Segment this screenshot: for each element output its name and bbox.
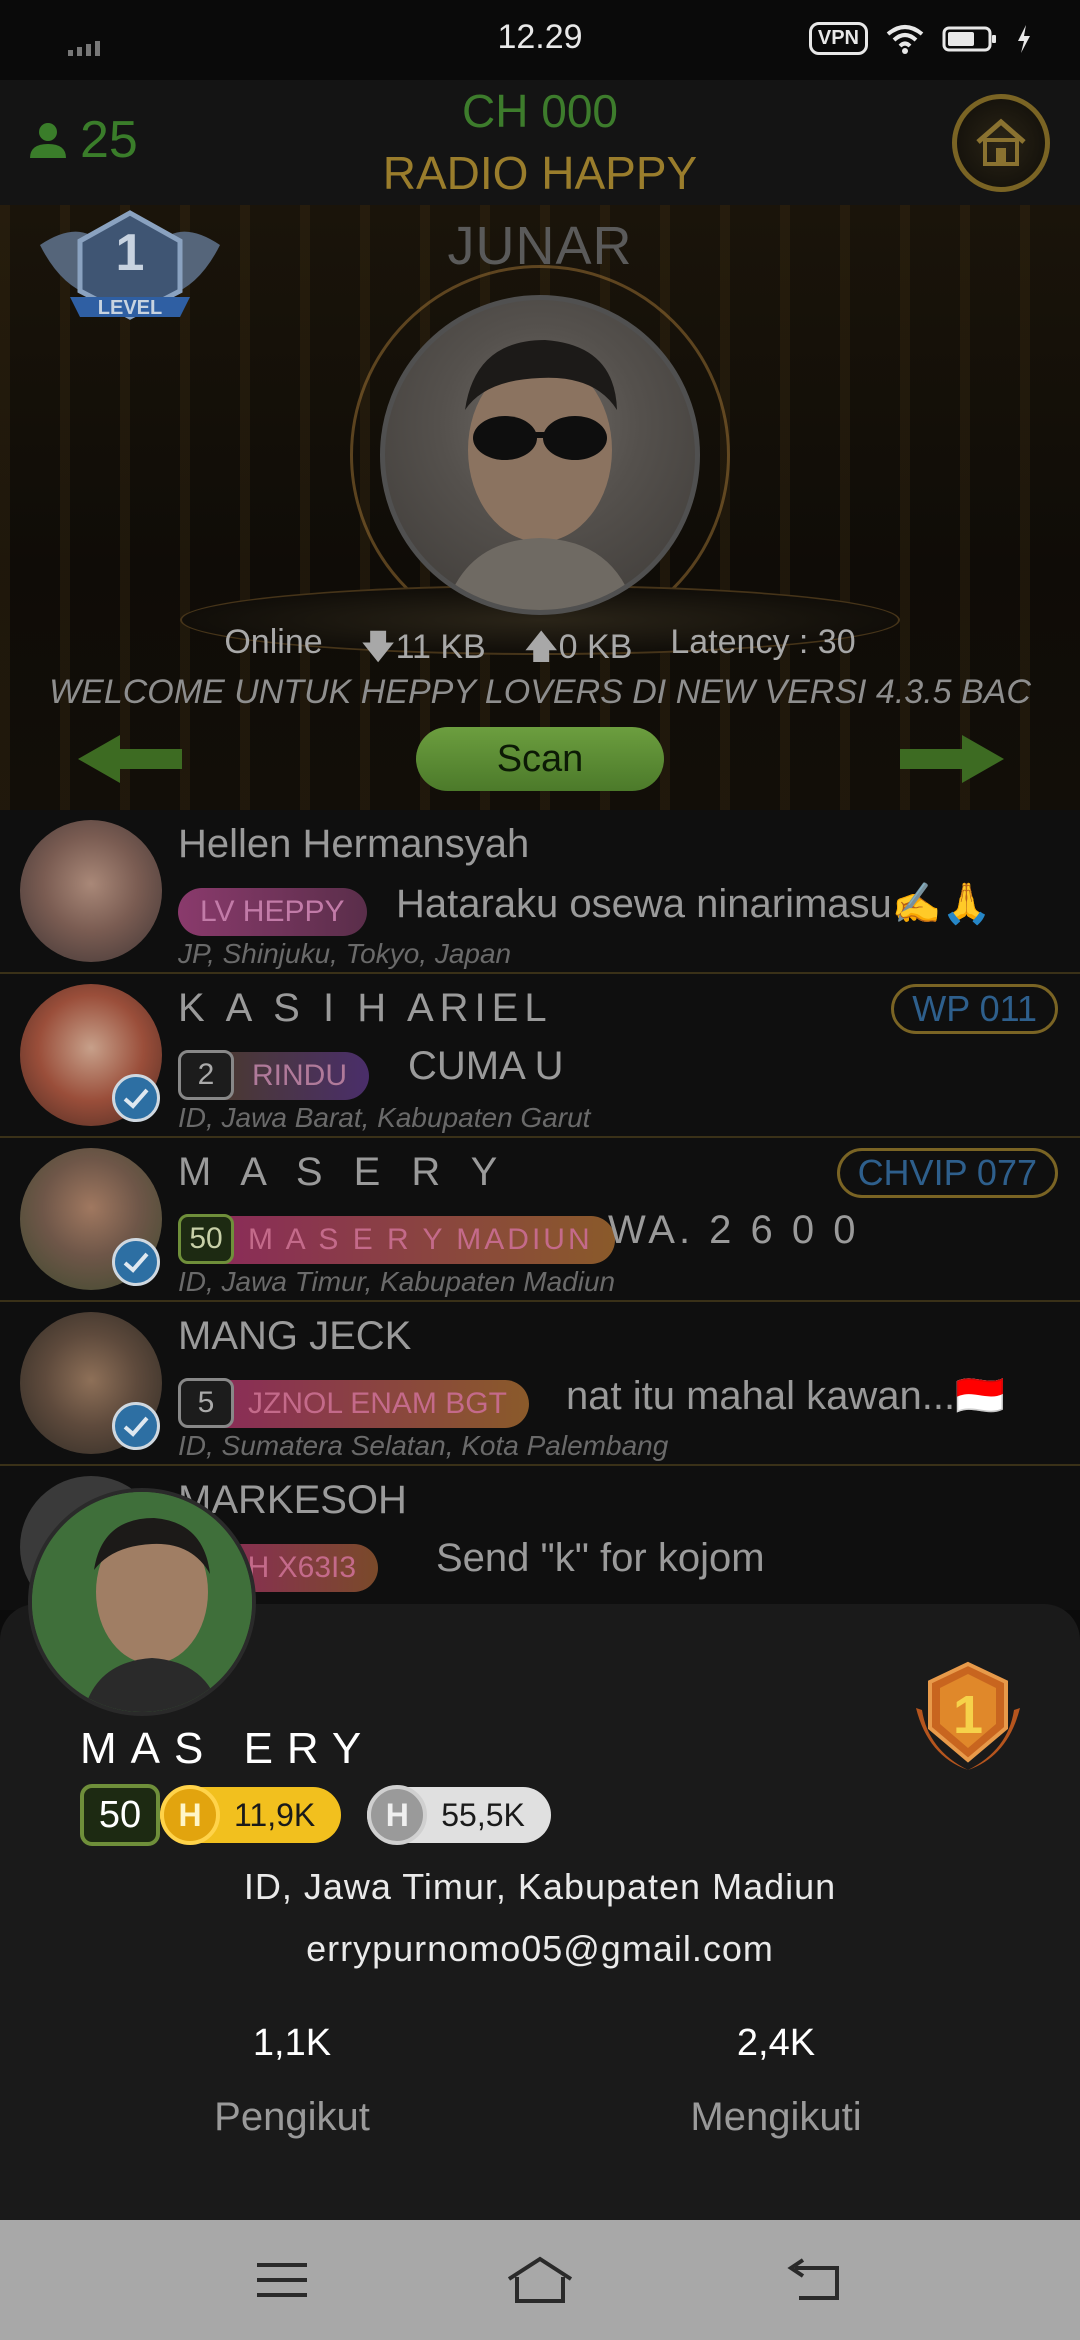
followers-stat[interactable]: 1,1K Pengikut	[92, 2022, 492, 2140]
silver-coin-value: 55,5K	[441, 1796, 525, 1833]
profile-location: ID, Jawa Timur, Kabupaten Madiun	[243, 1866, 837, 1907]
following-label: Mengikuti	[690, 2095, 862, 2139]
host-photo	[445, 340, 635, 610]
gold-coin-value: 11,9K	[234, 1796, 316, 1833]
user-message: Hataraku osewa ninarimasu✍️🙏	[396, 882, 992, 926]
gold-coin-balance[interactable]: H 11,9K	[160, 1785, 342, 1845]
profile-avatar[interactable]	[28, 1488, 256, 1716]
next-channel-arrow-icon[interactable]	[896, 733, 1004, 785]
host-stage: JUNAR 1 LEVEL Online 🡇11 KB 🡅0 KB Latenc…	[0, 205, 1080, 810]
download-arrow-icon: 🡇	[360, 628, 396, 666]
level-badge[interactable]: 1 LEVEL	[30, 205, 230, 345]
latency-stat: Latency : 30	[670, 623, 856, 661]
channel-code: CH 000	[462, 85, 618, 137]
list-item[interactable]: K A S I H ARIEL WP 011 2 RINDU CUMA U ID…	[0, 974, 1080, 1138]
profile-level-badge: 50	[80, 1784, 160, 1846]
home-nav-button[interactable]	[505, 2250, 575, 2310]
channel-name: RADIO HAPPY	[382, 147, 698, 199]
level-badge-number: 1	[115, 224, 145, 282]
home-button[interactable]	[952, 94, 1050, 192]
status-icons: VPN	[808, 22, 1032, 55]
scan-button[interactable]: Scan	[416, 727, 664, 791]
verified-check-icon	[112, 1074, 160, 1122]
prev-channel-arrow-icon[interactable]	[78, 733, 186, 785]
rank-number: 1	[952, 1685, 984, 1745]
profile-badges: 50 H 11,9K H 55,5K	[80, 1784, 551, 1846]
status-bar: 12.29 VPN	[0, 0, 1080, 80]
system-nav-bar	[0, 2220, 1080, 2340]
user-level-badge: 50	[178, 1214, 234, 1264]
vpn-badge: VPN	[808, 22, 868, 55]
user-level-badge: 5	[178, 1378, 234, 1428]
online-status: Online	[224, 623, 323, 661]
user-location: JP, Shinjuku, Tokyo, Japan	[178, 938, 512, 969]
user-channel-badge[interactable]: WP 011	[891, 984, 1058, 1034]
user-message: WA. 2 6 0 0	[608, 1208, 860, 1252]
user-name: MANG JECK	[178, 1314, 412, 1358]
avatar[interactable]	[20, 820, 162, 962]
upload-arrow-icon: 🡅	[523, 628, 559, 666]
verified-check-icon	[112, 1402, 160, 1450]
connection-stats: Online 🡇11 KB 🡅0 KB Latency : 30	[0, 623, 1080, 680]
download-value: 11 KB	[395, 628, 486, 666]
user-name: M A S E R Y	[178, 1150, 508, 1194]
silver-coin-balance[interactable]: H 55,5K	[367, 1785, 551, 1845]
followers-value: 1,1K	[252, 2022, 332, 2064]
download-stat: 🡇11 KB	[361, 623, 486, 680]
profile-photo	[32, 1492, 252, 1712]
upload-stat: 🡅0 KB	[524, 623, 633, 680]
host-avatar[interactable]	[385, 300, 695, 610]
list-item[interactable]: M A S E R Y CHVIP 077 50 M A S E R Y MAD…	[0, 1138, 1080, 1302]
user-location: ID, Sumatera Selatan, Kota Palembang	[178, 1430, 669, 1461]
user-level-badge: 2	[178, 1050, 234, 1100]
user-location: ID, Jawa Timur, Kabupaten Madiun	[178, 1266, 616, 1297]
level-badge-text: LEVEL	[97, 297, 163, 319]
wifi-icon	[886, 24, 924, 54]
user-location: ID, Jawa Barat, Kabupaten Garut	[178, 1102, 591, 1133]
home-nav-icon	[507, 2256, 573, 2303]
user-channel-badge[interactable]: CHVIP 077	[836, 1148, 1058, 1198]
room-header: 25 CH 000 RADIO HAPPY	[0, 80, 1080, 205]
following-value: 2,4K	[736, 2022, 816, 2064]
user-message: nat itu mahal kawan...🇮🇩	[566, 1374, 1005, 1418]
battery-icon	[942, 26, 996, 51]
verified-check-icon	[112, 1238, 160, 1286]
silver-coin-icon: H	[367, 1785, 428, 1845]
upload-value: 0 KB	[558, 628, 633, 666]
gold-coin-icon: H	[160, 1785, 220, 1845]
charging-icon	[1018, 24, 1030, 53]
profile-email: errypurnomo05@gmail.com	[306, 1928, 774, 1969]
list-item[interactable]: Hellen Hermansyah LV HEPPY Hataraku osew…	[0, 810, 1080, 974]
user-tag: JZNOL ENAM BGT	[204, 1380, 529, 1428]
user-name: K A S I H ARIEL	[178, 986, 553, 1030]
profile-name: MAS ERY	[80, 1724, 376, 1773]
user-tag: M A S E R Y MADIUN	[204, 1216, 615, 1264]
menu-button[interactable]	[247, 2250, 317, 2310]
user-name: Hellen Hermansyah	[178, 822, 530, 866]
list-item[interactable]: MANG JECK 5 JZNOL ENAM BGT nat itu mahal…	[0, 1302, 1080, 1466]
followers-label: Pengikut	[214, 2095, 370, 2139]
home-icon	[976, 118, 1026, 166]
back-button[interactable]	[778, 2250, 848, 2310]
welcome-marquee: WELCOME UNTUK HEPPY LOVERS DI NEW VERSI …	[49, 673, 1031, 711]
user-message: Send "k" for kojom	[436, 1536, 765, 1580]
user-message: CUMA U	[408, 1044, 564, 1088]
following-stat[interactable]: 2,4K Mengikuti	[576, 2022, 976, 2140]
menu-icon	[257, 2263, 307, 2297]
back-icon	[787, 2258, 839, 2300]
user-tag: LV HEPPY	[178, 888, 367, 936]
